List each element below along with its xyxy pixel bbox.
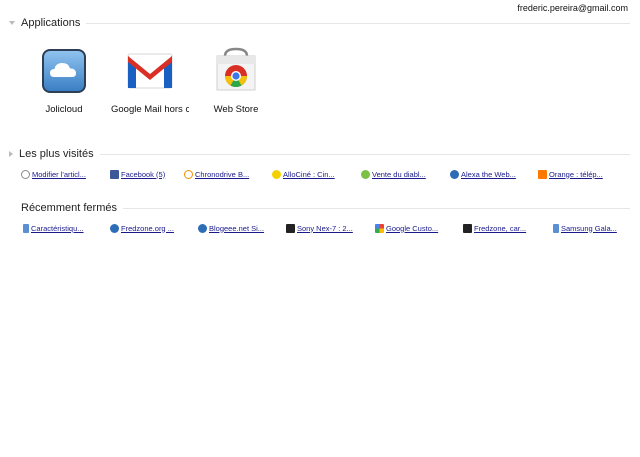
jolicloud-icon bbox=[39, 46, 89, 96]
most-visited-title: Les plus visités bbox=[19, 148, 94, 160]
recently-closed-link[interactable]: Fredzone, car... bbox=[463, 222, 526, 234]
allocine-favicon bbox=[272, 169, 281, 179]
app-tile-jolicloud[interactable]: Jolicloud bbox=[25, 46, 103, 115]
account-email[interactable]: frederic.pereira@gmail.com bbox=[517, 3, 628, 13]
applications-title: Applications bbox=[21, 17, 81, 29]
globe-favicon bbox=[198, 223, 207, 233]
most-visited-link[interactable]: Vente du diabl... bbox=[361, 168, 426, 180]
recently-closed-link[interactable]: Samsung Gala... bbox=[553, 222, 617, 234]
recently-closed-title: Récemment fermés bbox=[21, 202, 117, 214]
section-divider bbox=[86, 22, 630, 24]
gmail-icon bbox=[125, 46, 175, 96]
fredzone-favicon bbox=[286, 223, 295, 233]
globe-favicon bbox=[450, 169, 459, 179]
page-favicon bbox=[23, 223, 29, 233]
page-favicon bbox=[553, 223, 559, 233]
facebook-favicon bbox=[110, 169, 119, 179]
most-visited-list: Modifier l'articl... Facebook (5) Chrono… bbox=[0, 168, 640, 182]
recently-closed-link[interactable]: Google Custo... bbox=[375, 222, 438, 234]
web-store-icon bbox=[211, 46, 261, 96]
globe-favicon bbox=[110, 223, 119, 233]
most-visited-link[interactable]: Chronodrive B... bbox=[184, 168, 249, 180]
most-visited-link[interactable]: Orange : télép... bbox=[538, 168, 603, 180]
applications-header[interactable]: Applications bbox=[9, 16, 630, 30]
wordpress-favicon bbox=[21, 169, 30, 179]
app-tile-web-store[interactable]: Web Store bbox=[197, 46, 275, 115]
recently-closed-link[interactable]: Caractéristiqu... bbox=[23, 222, 84, 234]
recently-closed-link[interactable]: Blogeee.net Si... bbox=[198, 222, 264, 234]
app-tile-gmail-offline[interactable]: Google Mail hors connexion bbox=[111, 46, 189, 115]
app-label: Web Store bbox=[213, 104, 259, 115]
recently-closed-link[interactable]: Sony Nex-7 : 2... bbox=[286, 222, 353, 234]
app-label: Jolicloud bbox=[45, 104, 83, 115]
app-label: Google Mail hors connexion bbox=[111, 104, 189, 115]
most-visited-header[interactable]: Les plus visités bbox=[9, 147, 630, 161]
most-visited-link[interactable]: Alexa the Web... bbox=[450, 168, 516, 180]
expand-triangle-icon bbox=[9, 151, 13, 157]
recently-closed-header[interactable]: Récemment fermés bbox=[9, 201, 630, 215]
google-favicon bbox=[375, 223, 384, 233]
chronodrive-favicon bbox=[184, 169, 193, 179]
most-visited-link[interactable]: Facebook (5) bbox=[110, 168, 165, 180]
collapse-triangle-icon bbox=[9, 21, 15, 25]
recently-closed-link[interactable]: Fredzone.org ... bbox=[110, 222, 174, 234]
vente-favicon bbox=[361, 169, 370, 179]
recently-closed-list: Caractéristiqu... Fredzone.org ... Bloge… bbox=[0, 222, 640, 236]
most-visited-link[interactable]: AlloCiné : Cin... bbox=[272, 168, 335, 180]
most-visited-link[interactable]: Modifier l'articl... bbox=[21, 168, 86, 180]
section-divider bbox=[99, 153, 630, 155]
section-divider bbox=[122, 207, 630, 209]
fredzone-favicon bbox=[463, 223, 472, 233]
orange-favicon bbox=[538, 169, 547, 179]
